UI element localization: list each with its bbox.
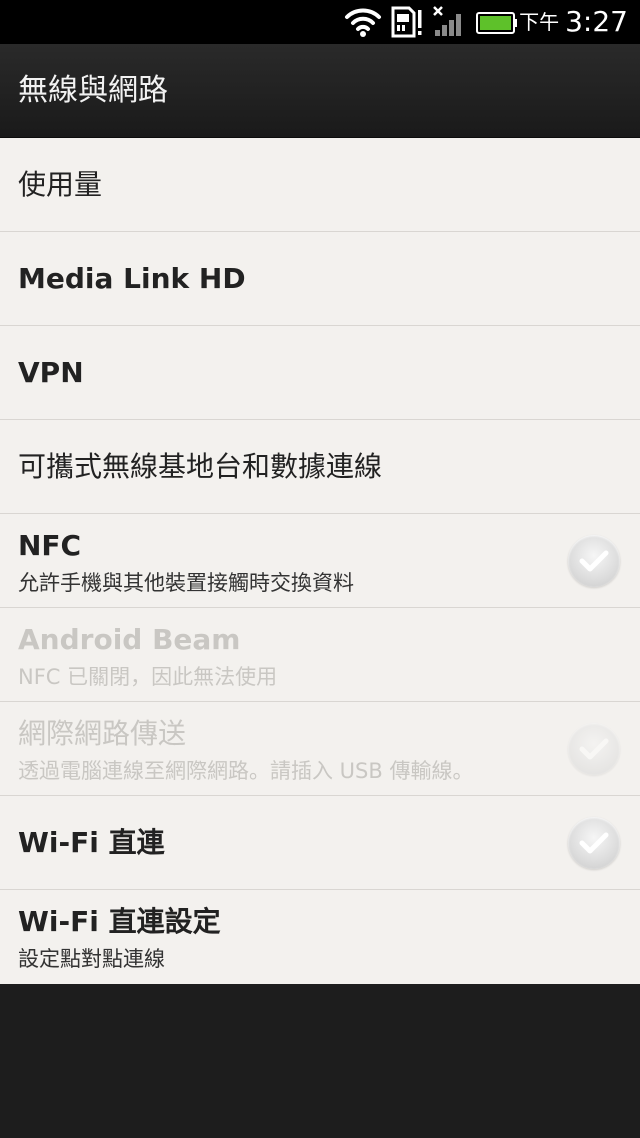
nfc-checkbox[interactable] — [568, 535, 620, 587]
internet-pass-through-checkbox — [568, 723, 620, 775]
battery-icon — [476, 12, 517, 34]
settings-list: 使用量 Media Link HD VPN 可攜式無線基地台和數據連線 NFC … — [0, 138, 640, 984]
setting-usage-title: 使用量 — [18, 168, 103, 201]
setting-vpn[interactable]: VPN — [0, 326, 640, 420]
setting-portable-hotspot-title: 可攜式無線基地台和數據連線 — [18, 450, 383, 483]
setting-nfc-summary: 允許手機與其他裝置接觸時交換資料 — [18, 571, 354, 595]
checkmark-icon — [579, 738, 609, 760]
status-bar: 下午 3:27 — [0, 0, 640, 44]
setting-vpn-title: VPN — [18, 356, 84, 389]
setting-portable-hotspot[interactable]: 可攜式無線基地台和數據連線 — [0, 420, 640, 514]
title-bar: 無線與網路 — [0, 44, 640, 138]
setting-media-link-hd-title: Media Link HD — [18, 262, 246, 295]
wifi-icon — [345, 8, 381, 37]
setting-wifi-direct[interactable]: Wi-Fi 直連 — [0, 796, 640, 890]
clock: 下午 3:27 — [519, 6, 628, 38]
checkmark-icon — [579, 832, 609, 854]
setting-wifi-direct-settings[interactable]: Wi-Fi 直連設定 設定點對點連線 — [0, 890, 640, 984]
setting-wifi-direct-settings-summary: 設定點對點連線 — [18, 947, 165, 971]
setting-internet-pass-through-summary: 透過電腦連線至網際網路。請插入 USB 傳輸線。 — [18, 759, 474, 783]
checkmark-icon — [579, 550, 609, 572]
clock-ampm: 下午 — [519, 10, 560, 34]
setting-media-link-hd[interactable]: Media Link HD — [0, 232, 640, 326]
setting-internet-pass-through: 網際網路傳送 透過電腦連線至網際網路。請插入 USB 傳輸線。 — [0, 702, 640, 796]
setting-android-beam-title: Android Beam — [18, 623, 241, 656]
clock-time: 3:27 — [565, 5, 628, 38]
sd-card-alert-icon — [391, 6, 422, 38]
setting-usage[interactable]: 使用量 — [0, 138, 640, 232]
setting-nfc[interactable]: NFC 允許手機與其他裝置接觸時交換資料 — [0, 514, 640, 608]
page-title: 無線與網路 — [18, 73, 168, 108]
no-signal-icon — [433, 6, 461, 36]
setting-nfc-title: NFC — [18, 529, 82, 562]
setting-android-beam-summary: NFC 已關閉，因此無法使用 — [18, 665, 278, 689]
setting-wifi-direct-title: Wi-Fi 直連 — [18, 826, 165, 859]
wifi-direct-checkbox[interactable] — [568, 817, 620, 869]
empty-background — [0, 986, 640, 1138]
setting-android-beam: Android Beam NFC 已關閉，因此無法使用 — [0, 608, 640, 702]
setting-wifi-direct-settings-title: Wi-Fi 直連設定 — [18, 905, 221, 938]
setting-internet-pass-through-title: 網際網路傳送 — [18, 717, 187, 750]
